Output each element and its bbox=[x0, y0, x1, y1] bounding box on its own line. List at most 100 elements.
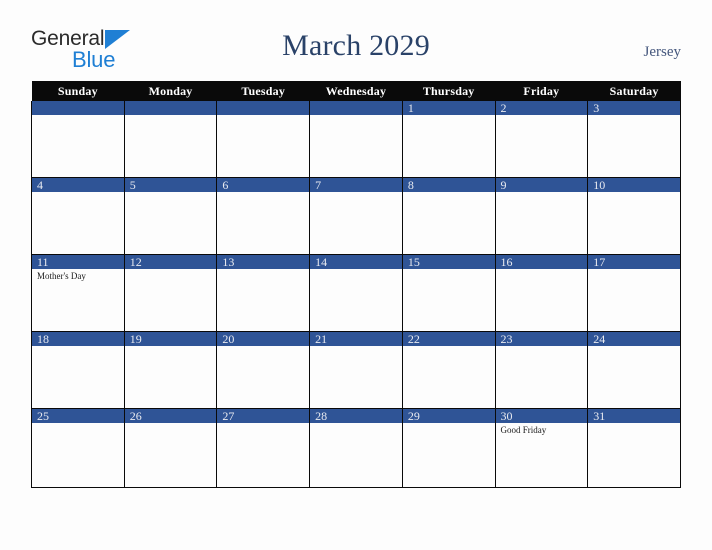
calendar-day-cell[interactable]: 11 Mother's Day bbox=[31, 254, 125, 332]
calendar-day-cell[interactable]: 5 bbox=[123, 177, 218, 255]
day-number: 19 bbox=[124, 332, 217, 346]
day-events bbox=[125, 346, 217, 348]
day-events bbox=[125, 192, 217, 194]
calendar-day-cell[interactable]: 28 bbox=[309, 408, 403, 488]
calendar-day-cell[interactable]: 15 bbox=[401, 254, 496, 332]
day-events bbox=[217, 346, 309, 348]
day-number: 11 bbox=[32, 255, 124, 269]
day-number: 27 bbox=[217, 409, 310, 423]
day-events bbox=[125, 269, 217, 271]
day-events bbox=[217, 269, 309, 271]
day-events bbox=[588, 192, 680, 194]
calendar-week-row: 18 19 20 21 22 23 24 bbox=[31, 331, 681, 409]
day-number: 4 bbox=[32, 178, 124, 192]
calendar-day-cell[interactable]: 31 bbox=[587, 408, 681, 488]
day-events bbox=[496, 269, 588, 271]
weekday-header-thursday: Thursday bbox=[402, 81, 496, 101]
calendar-day-cell[interactable]: 23 bbox=[494, 331, 589, 409]
day-events bbox=[403, 269, 495, 271]
calendar-day-cell[interactable]: 2 bbox=[494, 101, 589, 178]
day-number: 20 bbox=[217, 332, 310, 346]
calendar-day-cell[interactable]: 8 bbox=[401, 177, 496, 255]
day-events bbox=[588, 269, 680, 271]
day-events: Good Friday bbox=[496, 423, 588, 436]
weekday-header-row: Sunday Monday Tuesday Wednesday Thursday… bbox=[31, 81, 681, 101]
calendar-day-cell[interactable]: 24 bbox=[587, 331, 681, 409]
day-number: 17 bbox=[588, 255, 680, 269]
locale-label: Jersey bbox=[643, 44, 682, 60]
day-number bbox=[124, 101, 217, 115]
day-number: 13 bbox=[217, 255, 310, 269]
day-events bbox=[217, 192, 309, 194]
day-events bbox=[310, 423, 402, 425]
calendar-week-row: 123 bbox=[31, 101, 681, 178]
day-number: 29 bbox=[402, 409, 495, 423]
weekday-header-sunday: Sunday bbox=[31, 81, 125, 101]
calendar-day-cell[interactable]: 21 bbox=[309, 331, 403, 409]
day-number: 28 bbox=[310, 409, 402, 423]
day-number: 15 bbox=[402, 255, 495, 269]
day-number: 21 bbox=[310, 332, 402, 346]
calendar-week-row: 11 Mother's Day 12 13 14 15 16 17 bbox=[31, 254, 681, 332]
calendar-day-cell[interactable]: 30 Good Friday bbox=[494, 408, 589, 488]
calendar-day-cell[interactable]: 3 bbox=[587, 101, 681, 178]
day-events bbox=[310, 346, 402, 348]
calendar-day-cell[interactable]: 1 bbox=[401, 101, 496, 178]
day-events bbox=[403, 423, 495, 425]
calendar-empty-cell bbox=[123, 101, 218, 178]
day-number: 10 bbox=[588, 178, 680, 192]
calendar-day-cell[interactable]: 6 bbox=[216, 177, 311, 255]
weekday-header-saturday: Saturday bbox=[587, 81, 681, 101]
calendar-day-cell[interactable]: 22 bbox=[401, 331, 496, 409]
day-events bbox=[496, 115, 588, 117]
calendar-day-cell[interactable]: 26 bbox=[123, 408, 218, 488]
day-number: 25 bbox=[32, 409, 124, 423]
day-events bbox=[32, 346, 124, 348]
day-events bbox=[125, 115, 217, 117]
day-number: 1 bbox=[402, 101, 495, 115]
calendar-day-cell[interactable]: 10 bbox=[587, 177, 681, 255]
event-label: Good Friday bbox=[500, 425, 547, 435]
page-header: General Blue March 2029 Jersey bbox=[0, 0, 712, 78]
calendar-day-cell[interactable]: 17 bbox=[587, 254, 681, 332]
day-events bbox=[588, 115, 680, 117]
calendar-grid: Sunday Monday Tuesday Wednesday Thursday… bbox=[31, 81, 681, 488]
day-number: 8 bbox=[402, 178, 495, 192]
day-number bbox=[310, 101, 402, 115]
day-events bbox=[217, 423, 309, 425]
calendar-day-cell[interactable]: 25 bbox=[31, 408, 125, 488]
calendar-day-cell[interactable]: 14 bbox=[309, 254, 403, 332]
day-events bbox=[217, 115, 309, 117]
calendar-day-cell[interactable]: 20 bbox=[216, 331, 311, 409]
day-number: 22 bbox=[402, 332, 495, 346]
calendar-day-cell[interactable]: 29 bbox=[401, 408, 496, 488]
weekday-header-monday: Monday bbox=[124, 81, 217, 101]
calendar-day-cell[interactable]: 9 bbox=[494, 177, 589, 255]
day-number: 14 bbox=[310, 255, 402, 269]
calendar-day-cell[interactable]: 27 bbox=[216, 408, 311, 488]
calendar-day-cell[interactable]: 18 bbox=[31, 331, 125, 409]
calendar-week-row: 25 26 27 28 29 30 Good Friday 31 bbox=[31, 408, 681, 488]
calendar-day-cell[interactable]: 4 bbox=[31, 177, 125, 255]
calendar-day-cell[interactable]: 7 bbox=[309, 177, 403, 255]
day-events bbox=[32, 192, 124, 194]
day-events bbox=[403, 115, 495, 117]
calendar-day-cell[interactable]: 16 bbox=[494, 254, 589, 332]
calendar-body: 1 2 3 4 5 6 7 8 9 10 11 Mother's Day 12 13 14 15 16 17 18 1… bbox=[31, 101, 681, 488]
day-number: 26 bbox=[124, 409, 217, 423]
day-number: 6 bbox=[217, 178, 310, 192]
day-events bbox=[310, 192, 402, 194]
calendar-empty-cell bbox=[216, 101, 311, 178]
calendar-page: General Blue March 2029 Jersey Sunday Mo… bbox=[0, 0, 712, 550]
calendar-day-cell[interactable]: 13 bbox=[216, 254, 311, 332]
day-events bbox=[496, 192, 588, 194]
day-number: 18 bbox=[32, 332, 124, 346]
calendar-week-row: 4 5 6 7 8 9 10 bbox=[31, 177, 681, 255]
calendar-empty-cell bbox=[309, 101, 403, 178]
day-number: 31 bbox=[588, 409, 680, 423]
event-label: Mother's Day bbox=[37, 271, 86, 281]
calendar-day-cell[interactable]: 12 bbox=[123, 254, 218, 332]
calendar-day-cell[interactable]: 19 bbox=[123, 331, 218, 409]
page-title: March 2029 bbox=[282, 29, 430, 62]
day-events bbox=[588, 346, 680, 348]
